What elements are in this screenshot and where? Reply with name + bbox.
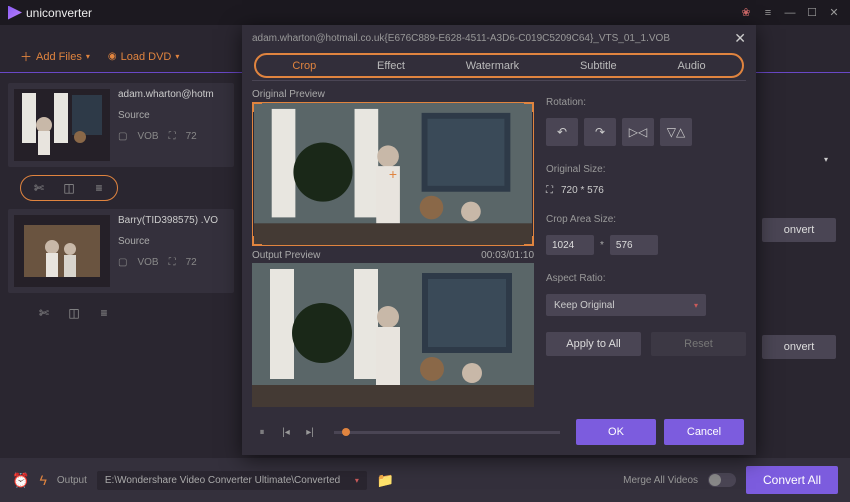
window-controls: ❀ ≡ — ☐ ✕ (738, 5, 842, 21)
chevron-down-icon: ▾ (355, 476, 359, 485)
original-preview-label: Original Preview (252, 89, 325, 100)
tab-audio[interactable]: Audio (677, 54, 705, 78)
flip-horizontal-button[interactable]: ▷◁ (622, 118, 654, 146)
expand-icon: ⛶ (546, 185, 553, 196)
crop-center-icon[interactable]: + (387, 168, 399, 180)
tab-effect[interactable]: Effect (377, 54, 405, 78)
output-preview (252, 263, 534, 407)
output-label: Output (57, 475, 87, 486)
original-preview[interactable]: + (252, 102, 534, 246)
crop-settings: Rotation: ↶ ↷ ▷◁ ▽△ Original Size: ⛶ 720… (546, 87, 746, 409)
film-icon: ▢ (118, 257, 127, 268)
editor-footer: ⏸ |◂ ▸| OK Cancel (242, 409, 756, 455)
tab-subtitle[interactable]: Subtitle (580, 54, 617, 78)
output-format-dropdown[interactable]: ▾ (824, 155, 828, 164)
load-dvd-button[interactable]: ◉ Load DVD ▾ (108, 51, 180, 63)
preview-time: 00:03/01:10 (481, 250, 534, 261)
trim-icon[interactable]: ✄ (36, 305, 52, 321)
expand-icon: ⛶ (169, 131, 176, 142)
chevron-down-icon: ▾ (86, 52, 90, 61)
effects-icon[interactable]: ≡ (96, 305, 112, 321)
apply-all-button[interactable]: Apply to All (546, 332, 641, 356)
chevron-down-icon: ▾ (175, 52, 179, 61)
crop-size-label: Crop Area Size: (546, 214, 746, 225)
file-name: adam.wharton@hotm (118, 89, 228, 100)
brand-name: uniconverter (26, 6, 92, 20)
tab-watermark[interactable]: Watermark (466, 54, 519, 78)
menu-icon[interactable]: ≡ (760, 5, 776, 21)
file-res: 72 (186, 131, 197, 142)
rotate-left-button[interactable]: ↶ (546, 118, 578, 146)
merge-label: Merge All Videos (623, 475, 698, 486)
file-name: Barry(TID398575) .VO (118, 215, 228, 226)
file-card[interactable]: Barry(TID398575) .VO Source ▢ VOB ⛶ 72 (8, 209, 234, 293)
brand: uniconverter (8, 6, 92, 20)
merge-toggle[interactable] (708, 473, 736, 487)
expand-icon: ⛶ (169, 257, 176, 268)
cancel-button[interactable]: Cancel (664, 419, 744, 445)
aspect-ratio-select[interactable]: Keep Original ▾ (546, 294, 706, 316)
file-thumbnail (14, 89, 110, 161)
file-format: VOB (137, 257, 158, 268)
trim-icon[interactable]: ✄ (31, 180, 47, 196)
brand-logo-icon (8, 6, 22, 20)
tab-crop[interactable]: Crop (292, 54, 316, 78)
edit-tools: ✄ ◫ ≡ (26, 301, 234, 325)
flip-vertical-button[interactable]: ▽△ (660, 118, 692, 146)
load-dvd-label: Load DVD (121, 51, 172, 63)
file-res: 72 (186, 257, 197, 268)
rotation-label: Rotation: (546, 97, 746, 108)
next-frame-button[interactable]: ▸| (302, 424, 318, 440)
file-format: VOB (137, 131, 158, 142)
aspect-ratio-label: Aspect Ratio: (546, 273, 746, 284)
add-files-label: Add Files (36, 51, 82, 63)
effects-icon[interactable]: ≡ (91, 180, 107, 196)
original-size-label: Original Size: (546, 164, 746, 175)
close-icon[interactable]: ✕ (826, 5, 842, 21)
editor-filename: adam.wharton@hotmail.co.uk{E676C889-E628… (252, 33, 670, 44)
timeline-slider[interactable] (334, 431, 560, 434)
add-files-button[interactable]: ＋ Add Files ▾ (20, 48, 90, 65)
source-label: Source (118, 110, 228, 121)
rotate-right-button[interactable]: ↷ (584, 118, 616, 146)
original-size-value: 720 * 576 (561, 185, 604, 196)
convert-button[interactable]: onvert (762, 218, 836, 242)
close-editor-icon[interactable]: ✕ (734, 30, 746, 47)
clock-icon[interactable]: ⏰ (12, 472, 29, 489)
crop-width-input[interactable]: 1024 (546, 235, 594, 255)
maximize-icon[interactable]: ☐ (804, 5, 820, 21)
convert-button[interactable]: onvert (762, 335, 836, 359)
pause-button[interactable]: ⏸ (254, 424, 270, 440)
ok-button[interactable]: OK (576, 419, 656, 445)
source-label: Source (118, 236, 228, 247)
file-card[interactable]: adam.wharton@hotm Source ▢ VOB ⛶ 72 (8, 83, 234, 167)
reset-button[interactable]: Reset (651, 332, 746, 356)
film-icon: ▢ (118, 131, 127, 142)
bottom-bar: ⏰ ϟ Output E:\Wondershare Video Converte… (0, 458, 850, 502)
minimize-icon[interactable]: — (782, 5, 798, 21)
folder-icon[interactable]: 📁 (377, 472, 394, 489)
editor-panel: adam.wharton@hotmail.co.uk{E676C889-E628… (242, 25, 756, 455)
convert-all-button[interactable]: Convert All (746, 466, 838, 494)
edit-tools-highlighted: ✄ ◫ ≡ (20, 175, 118, 201)
crop-icon[interactable]: ◫ (66, 305, 82, 321)
output-preview-label: Output Preview (252, 250, 320, 261)
file-thumbnail (14, 215, 110, 287)
output-path-field[interactable]: E:\Wondershare Video Converter Ultimate\… (97, 471, 367, 490)
crop-icon[interactable]: ◫ (61, 180, 77, 196)
file-list: adam.wharton@hotm Source ▢ VOB ⛶ 72 ✄ ◫ … (0, 73, 242, 458)
gift-icon[interactable]: ❀ (738, 5, 754, 21)
prev-frame-button[interactable]: |◂ (278, 424, 294, 440)
titlebar: uniconverter ❀ ≡ — ☐ ✕ (0, 0, 850, 25)
chevron-down-icon: ▾ (694, 301, 698, 310)
gpu-icon[interactable]: ϟ (39, 472, 46, 488)
crop-height-input[interactable]: 576 (610, 235, 658, 255)
editor-tabs: Crop Effect Watermark Subtitle Audio (242, 51, 756, 81)
